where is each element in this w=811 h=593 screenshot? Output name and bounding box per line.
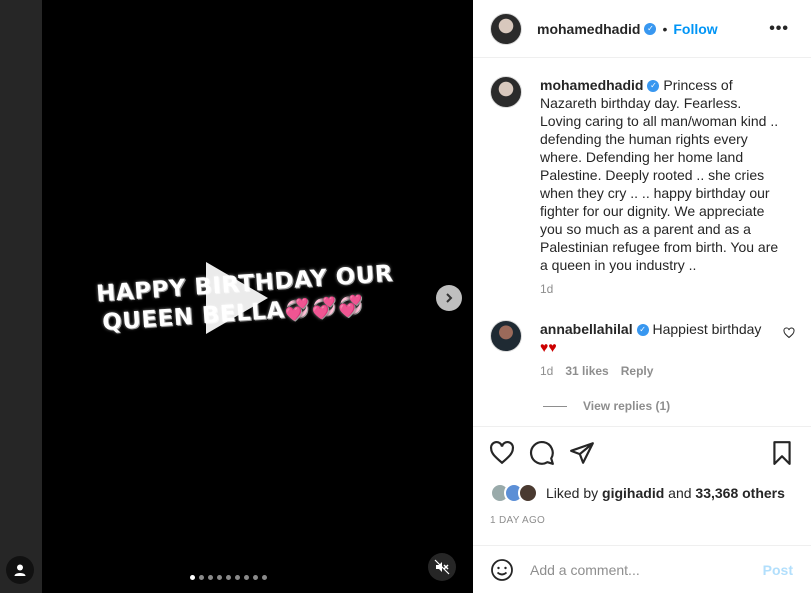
carousel-dot <box>262 575 267 580</box>
next-slide-button[interactable] <box>436 285 462 311</box>
caption: mohamedhadid ✓ Princess of Nazareth birth… <box>490 76 780 274</box>
liked-by-others[interactable]: 33,368 others <box>695 485 785 501</box>
post-date[interactable]: 1 DAY AGO <box>490 515 545 526</box>
post-media[interactable]: HAPPY BIRTHDAY OUR QUEEN BELLA💞💞💞 <box>42 0 473 593</box>
heart-outline-icon <box>783 327 795 339</box>
caption-body: Princess of Nazareth birthday day. Fearl… <box>540 77 779 273</box>
more-options-icon[interactable]: ••• <box>769 20 789 38</box>
carousel-dot <box>226 575 231 580</box>
play-icon[interactable] <box>206 262 268 334</box>
emoji-icon[interactable] <box>490 558 514 582</box>
separator-dot: • <box>662 20 668 37</box>
comment-text: annabellahilal ✓ Happiest birthday ♥♥ <box>540 320 770 356</box>
verified-badge-icon: ✓ <box>647 80 660 93</box>
caption-avatar[interactable] <box>490 76 522 108</box>
liker-avatar <box>518 483 538 503</box>
carousel-dot <box>253 575 258 580</box>
muted-speaker-icon <box>434 559 450 575</box>
carousel-dot <box>244 575 249 580</box>
user-icon <box>14 564 26 576</box>
instagram-post-modal: HAPPY BIRTHDAY OUR QUEEN BELLA💞💞💞 mohame… <box>0 0 811 593</box>
chevron-right-icon <box>446 293 453 303</box>
carousel-dot <box>190 575 195 580</box>
comment-bubble-icon[interactable] <box>529 440 555 466</box>
comment-timestamp[interactable]: 1d <box>540 364 553 378</box>
comment-likes-count[interactable]: 31 likes <box>565 364 608 378</box>
liked-by-user[interactable]: gigihadid <box>602 485 664 501</box>
left-gutter <box>0 0 42 593</box>
replies-divider <box>543 405 567 407</box>
likes-summary: Liked by gigihadid and 33,368 others <box>490 483 785 503</box>
reply-button[interactable]: Reply <box>621 364 654 378</box>
tagged-users-button[interactable] <box>6 556 34 584</box>
commenter-avatar[interactable] <box>490 320 522 352</box>
carousel-dot <box>235 575 240 580</box>
caption-username[interactable]: mohamedhadid <box>540 77 643 93</box>
post-side-panel: mohamedhadid ✓ • Follow ••• mohamedhadid… <box>473 0 811 593</box>
author-avatar[interactable] <box>490 12 522 45</box>
post-actions <box>473 438 811 472</box>
likers-facepile <box>490 483 538 503</box>
comment-body: Happiest birthday <box>652 321 762 337</box>
comments-section[interactable]: mohamedhadid ✓ Princess of Nazareth birth… <box>473 59 811 427</box>
post-comment-button[interactable]: Post <box>763 562 793 578</box>
carousel-dots <box>190 575 267 580</box>
comment-input[interactable] <box>530 561 750 578</box>
carousel-dot <box>217 575 222 580</box>
verified-badge-icon: ✓ <box>644 22 657 35</box>
comment-item: annabellahilal ✓ Happiest birthday ♥♥ <box>490 320 770 356</box>
commenter-username[interactable]: annabellahilal <box>540 321 633 337</box>
share-paper-plane-icon[interactable] <box>569 440 595 466</box>
follow-button[interactable]: Follow <box>673 21 717 37</box>
liked-by-and: and <box>668 485 692 501</box>
author-username[interactable]: mohamedhadid <box>537 21 640 37</box>
caption-timestamp[interactable]: 1d <box>540 282 553 296</box>
carousel-dot <box>208 575 213 580</box>
mute-button[interactable] <box>428 553 456 581</box>
view-replies-button[interactable]: View replies (1) <box>543 399 670 413</box>
post-header: mohamedhadid ✓ • Follow ••• <box>473 0 811 58</box>
verified-badge-icon: ✓ <box>636 324 649 337</box>
comment-meta: 1d 31 likes Reply <box>540 364 653 378</box>
hearts-emoji: 💞💞💞 <box>283 292 367 323</box>
view-replies-label: View replies (1) <box>583 399 671 413</box>
caption-text: mohamedhadid ✓ Princess of Nazareth birth… <box>540 76 780 274</box>
red-hearts-emoji: ♥♥ <box>540 339 557 355</box>
comment-like-button[interactable] <box>783 327 795 342</box>
carousel-dot <box>199 575 204 580</box>
add-comment-bar: Post <box>473 545 811 593</box>
liked-by-prefix: Liked by <box>546 485 599 501</box>
like-heart-icon[interactable] <box>489 440 515 466</box>
bookmark-icon[interactable] <box>769 440 795 466</box>
